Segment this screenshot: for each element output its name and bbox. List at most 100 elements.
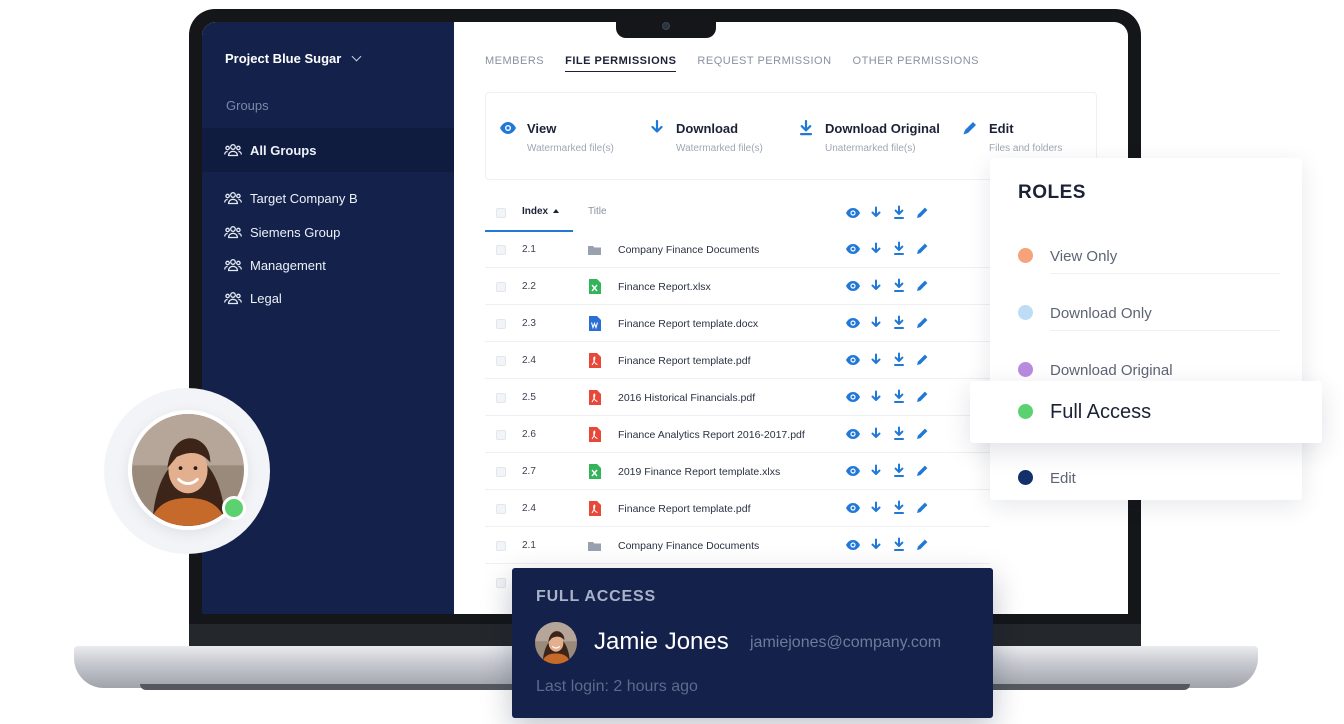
sidebar-item-siemens-group[interactable]: Siemens Group	[202, 217, 454, 247]
download-original-icon[interactable]	[891, 500, 907, 516]
role-view-only[interactable]: View Only	[990, 236, 1302, 276]
user-email: jamiejones@company.com	[750, 634, 942, 651]
row-checkbox[interactable]	[496, 393, 506, 403]
eye-icon[interactable]	[845, 500, 861, 516]
role-color-dot	[1018, 404, 1033, 419]
download-original-icon[interactable]	[891, 278, 907, 294]
row-checkbox[interactable]	[496, 282, 506, 292]
download-original-icon[interactable]	[891, 205, 907, 221]
tab-request-permission[interactable]: REQUEST PERMISSION	[697, 55, 831, 72]
download-original-icon[interactable]	[891, 389, 907, 405]
table-row[interactable]: 2.3 Finance Report template.docx	[485, 305, 990, 342]
table-row[interactable]: 2.7 2019 Finance Report template.xlxs	[485, 453, 990, 490]
row-checkbox[interactable]	[496, 504, 506, 514]
select-all-checkbox[interactable]	[496, 208, 506, 218]
excel-file-icon	[588, 464, 601, 479]
tab-file-permissions[interactable]: FILE PERMISSIONS	[565, 55, 677, 72]
row-title[interactable]: 2016 Historical Financials.pdf	[618, 392, 755, 404]
row-title[interactable]: Finance Report template.pdf	[618, 503, 751, 515]
row-title[interactable]: Company Finance Documents	[618, 540, 759, 552]
row-checkbox[interactable]	[496, 578, 506, 588]
pencil-icon[interactable]	[914, 463, 930, 479]
row-checkbox[interactable]	[496, 467, 506, 477]
permission-download: Download Watermarked file(s)	[648, 119, 763, 154]
pencil-icon[interactable]	[914, 278, 930, 294]
pencil-icon[interactable]	[914, 389, 930, 405]
table-row[interactable]: 2.1 Company Finance Documents	[485, 231, 990, 268]
role-download-only[interactable]: Download Only	[990, 293, 1302, 333]
pencil-icon[interactable]	[914, 537, 930, 553]
row-checkbox[interactable]	[496, 356, 506, 366]
row-checkbox[interactable]	[496, 245, 506, 255]
download-original-icon[interactable]	[891, 537, 907, 553]
column-index[interactable]: Index	[522, 206, 560, 217]
role-label: Download Original	[1050, 362, 1173, 379]
row-title[interactable]: Company Finance Documents	[618, 244, 759, 256]
table-row[interactable]: 2.5 2016 Historical Financials.pdf	[485, 379, 990, 416]
download-icon[interactable]	[868, 500, 884, 516]
row-checkbox[interactable]	[496, 430, 506, 440]
eye-icon[interactable]	[845, 537, 861, 553]
sidebar-item-legal[interactable]: Legal	[202, 283, 454, 313]
download-original-icon[interactable]	[891, 241, 907, 257]
table-row[interactable]: 2.6 Finance Analytics Report 2016-2017.pd…	[485, 416, 990, 453]
pencil-icon[interactable]	[914, 205, 930, 221]
row-permission-actions	[845, 241, 930, 257]
download-icon[interactable]	[868, 537, 884, 553]
download-icon[interactable]	[868, 389, 884, 405]
download-icon[interactable]	[868, 426, 884, 442]
row-title[interactable]: Finance Report.xlsx	[618, 281, 711, 293]
permission-name: Download Original	[825, 120, 940, 136]
download-icon[interactable]	[868, 352, 884, 368]
row-title[interactable]: 2019 Finance Report template.xlxs	[618, 466, 780, 478]
eye-icon[interactable]	[845, 278, 861, 294]
pencil-icon[interactable]	[914, 315, 930, 331]
eye-icon[interactable]	[845, 389, 861, 405]
tab-bar: MEMBERS FILE PERMISSIONS REQUEST PERMISS…	[485, 55, 979, 72]
table-row[interactable]: 2.1 Company Finance Documents	[485, 527, 990, 564]
eye-icon[interactable]	[845, 352, 861, 368]
download-icon[interactable]	[868, 463, 884, 479]
pencil-icon[interactable]	[914, 426, 930, 442]
table-row[interactable]: 2.2 Finance Report.xlsx	[485, 268, 990, 305]
download-icon[interactable]	[868, 241, 884, 257]
user-name: Jamie Jones	[594, 628, 729, 655]
tab-other-permissions[interactable]: OTHER PERMISSIONS	[853, 55, 979, 72]
sidebar-item-management[interactable]: Management	[202, 250, 454, 280]
pdf-file-icon	[588, 501, 601, 516]
eye-icon[interactable]	[845, 426, 861, 442]
sidebar-item-all-groups[interactable]: All Groups	[202, 128, 454, 172]
row-checkbox[interactable]	[496, 541, 506, 551]
row-title[interactable]: Finance Report template.docx	[618, 318, 758, 330]
download-original-icon[interactable]	[891, 352, 907, 368]
pencil-icon[interactable]	[914, 500, 930, 516]
sidebar-item-target-company-b[interactable]: Target Company B	[202, 183, 454, 213]
eye-icon[interactable]	[845, 205, 861, 221]
download-icon[interactable]	[868, 315, 884, 331]
download-icon[interactable]	[868, 278, 884, 294]
eye-icon[interactable]	[845, 315, 861, 331]
eye-icon[interactable]	[845, 241, 861, 257]
role-full-access[interactable]: Full Access	[970, 381, 1322, 443]
pdf-file-icon	[588, 353, 601, 368]
table-row[interactable]: 2.4 Finance Report template.pdf	[485, 342, 990, 379]
download-original-icon[interactable]	[891, 463, 907, 479]
pencil-icon[interactable]	[914, 241, 930, 257]
role-edit[interactable]: Edit	[990, 458, 1302, 498]
project-name: Project Blue Sugar	[225, 51, 342, 66]
project-switcher[interactable]: Project Blue Sugar	[225, 51, 362, 66]
row-index: 2.2	[522, 281, 536, 292]
pencil-icon[interactable]	[914, 352, 930, 368]
eye-icon[interactable]	[845, 463, 861, 479]
row-title[interactable]: Finance Analytics Report 2016-2017.pdf	[618, 429, 805, 441]
download-icon[interactable]	[868, 205, 884, 221]
permission-download-original: Download Original Unatermarked file(s)	[797, 119, 940, 154]
sidebar-item-label: Legal	[250, 290, 282, 306]
tab-members[interactable]: MEMBERS	[485, 55, 544, 72]
row-title[interactable]: Finance Report template.pdf	[618, 355, 751, 367]
column-title[interactable]: Title	[588, 206, 607, 217]
row-checkbox[interactable]	[496, 319, 506, 329]
table-row[interactable]: 2.4 Finance Report template.pdf	[485, 490, 990, 527]
download-original-icon[interactable]	[891, 426, 907, 442]
download-original-icon[interactable]	[891, 315, 907, 331]
